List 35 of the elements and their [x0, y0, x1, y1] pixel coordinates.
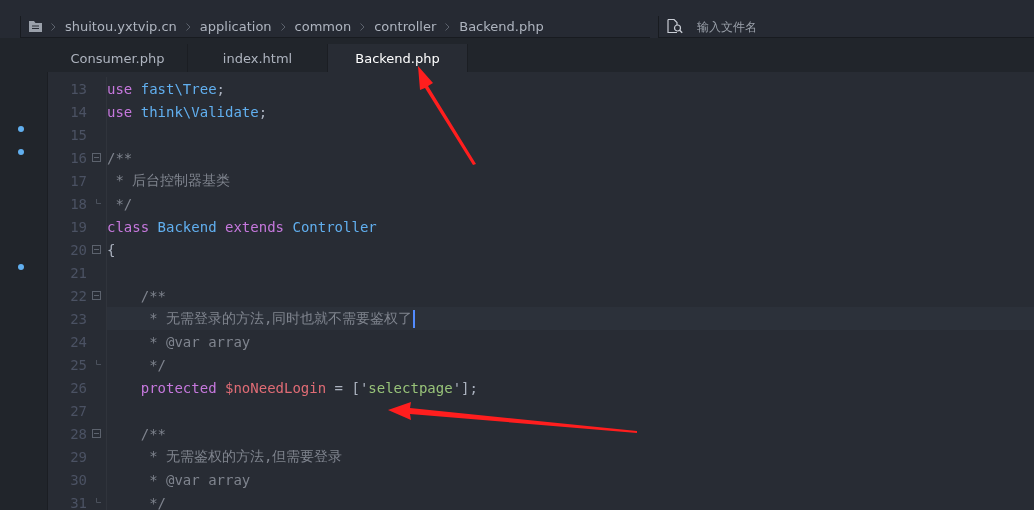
chevron-icon	[51, 22, 56, 31]
file-search-field[interactable]: 输入文件名	[697, 17, 997, 36]
code-line: * 后台控制器基类	[114, 171, 231, 190]
file-search-icon	[667, 19, 683, 34]
breadcrumb-item[interactable]: Backend.php	[459, 19, 544, 34]
chevron-icon	[280, 22, 286, 31]
chevron-icon	[445, 22, 451, 31]
code-line: {	[107, 241, 116, 258]
fold-icon[interactable]	[92, 429, 101, 438]
breadcrumb-item[interactable]: common	[294, 19, 352, 34]
code-line: use fast\Tree;	[107, 80, 225, 97]
fold-icon[interactable]	[92, 291, 101, 300]
file-tab[interactable]: Backend.php	[328, 44, 468, 72]
code-line: use think\Validate;	[107, 103, 268, 120]
folder-icon	[29, 21, 42, 32]
fold-icon[interactable]	[92, 153, 101, 162]
chevron-icon	[185, 22, 191, 31]
code-line: */	[114, 195, 133, 212]
code-line: class Backend extends Controller	[107, 218, 377, 235]
code-line: * @var array	[148, 333, 251, 350]
code-line: /**	[107, 149, 133, 166]
code-line: protected $noNeedLogin = ['selectpage'];	[139, 379, 478, 396]
breadcrumb-item[interactable]: application	[199, 19, 272, 34]
code-line: /**	[139, 425, 166, 442]
code-line: */	[148, 356, 166, 373]
text-cursor	[413, 309, 416, 328]
code-line: /**	[139, 287, 166, 304]
chevron-icon	[360, 22, 366, 31]
code-line: * 无需鉴权的方法,但需要登录	[148, 447, 343, 466]
code-line: */	[148, 494, 166, 510]
code-line: * @var array	[148, 471, 251, 488]
fold-icon[interactable]	[92, 245, 101, 254]
breadcrumb-item[interactable]: controller	[374, 19, 437, 34]
code-line: * 无需登录的方法,同时也就不需要鉴权了	[148, 309, 413, 328]
breadcrumb-item[interactable]: shuitou.yxtvip.cn	[65, 19, 177, 34]
